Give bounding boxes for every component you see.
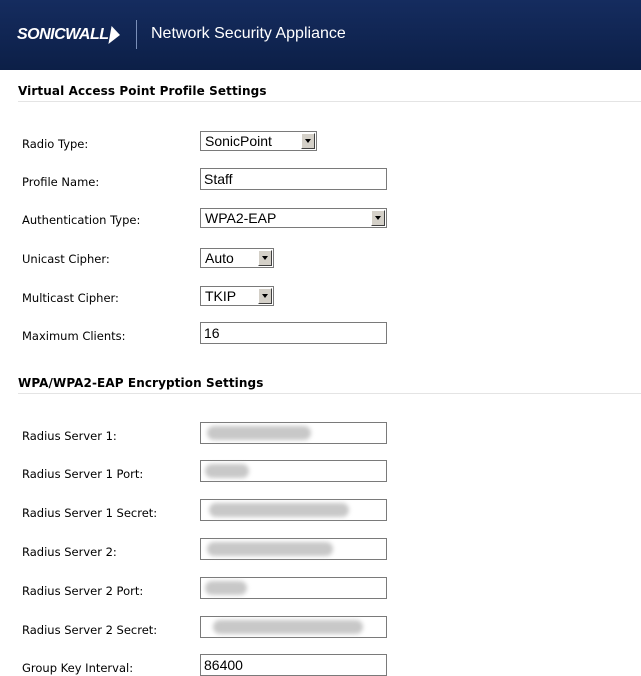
radius-server-1-port-input[interactable] bbox=[200, 460, 387, 482]
logo-swoosh-icon bbox=[107, 26, 122, 44]
redaction-blur bbox=[213, 620, 363, 634]
chevron-down-icon[interactable] bbox=[258, 288, 272, 304]
radio-type-select[interactable]: SonicPoint bbox=[200, 131, 317, 151]
radius-server-1-input[interactable] bbox=[200, 422, 387, 444]
auth-type-label: Authentication Type: bbox=[22, 213, 141, 227]
section-title-profile: Virtual Access Point Profile Settings bbox=[18, 84, 267, 98]
multicast-cipher-select[interactable]: TKIP bbox=[200, 286, 274, 306]
radius-server-2-port-input[interactable] bbox=[200, 577, 387, 599]
unicast-cipher-label: Unicast Cipher: bbox=[22, 252, 110, 266]
radius-server-2-input[interactable] bbox=[200, 538, 387, 560]
radius-server-1-secret-label: Radius Server 1 Secret: bbox=[22, 506, 158, 520]
redaction-blur bbox=[207, 426, 311, 440]
radius-server-2-label: Radius Server 2: bbox=[22, 545, 117, 559]
redaction-blur bbox=[209, 503, 349, 517]
profile-name-label: Profile Name: bbox=[22, 175, 100, 189]
radius-server-2-secret-input[interactable] bbox=[200, 616, 387, 638]
header-title: Network Security Appliance bbox=[151, 25, 346, 42]
header-divider bbox=[136, 20, 137, 49]
max-clients-label: Maximum Clients: bbox=[22, 329, 126, 343]
radio-type-label: Radio Type: bbox=[22, 137, 89, 151]
redaction-blur bbox=[207, 542, 333, 556]
redaction-blur bbox=[205, 464, 249, 478]
radius-server-1-secret-input[interactable] bbox=[200, 499, 387, 521]
chevron-down-icon[interactable] bbox=[258, 250, 272, 266]
chevron-down-icon[interactable] bbox=[371, 210, 385, 226]
radius-server-1-port-label: Radius Server 1 Port: bbox=[22, 467, 144, 481]
unicast-cipher-select[interactable]: Auto bbox=[200, 248, 274, 268]
radius-server-2-secret-label: Radius Server 2 Secret: bbox=[22, 623, 158, 637]
chevron-down-icon[interactable] bbox=[301, 133, 315, 149]
multicast-cipher-label: Multicast Cipher: bbox=[22, 291, 119, 305]
app-header: SONICWALL Network Security Appliance bbox=[0, 0, 641, 70]
auth-type-select[interactable]: WPA2-EAP bbox=[200, 208, 387, 228]
sonicwall-logo: SONICWALL bbox=[17, 23, 122, 47]
redaction-blur bbox=[205, 581, 247, 595]
profile-name-input[interactable]: Staff bbox=[200, 168, 387, 190]
group-key-interval-input[interactable]: 86400 bbox=[200, 654, 387, 676]
section-divider bbox=[18, 393, 641, 394]
section-divider bbox=[18, 101, 641, 102]
section-title-encryption: WPA/WPA2-EAP Encryption Settings bbox=[18, 376, 264, 390]
radius-server-2-port-label: Radius Server 2 Port: bbox=[22, 584, 144, 598]
max-clients-input[interactable]: 16 bbox=[200, 322, 387, 344]
group-key-interval-label: Group Key Interval: bbox=[22, 661, 134, 675]
radius-server-1-label: Radius Server 1: bbox=[22, 429, 117, 443]
